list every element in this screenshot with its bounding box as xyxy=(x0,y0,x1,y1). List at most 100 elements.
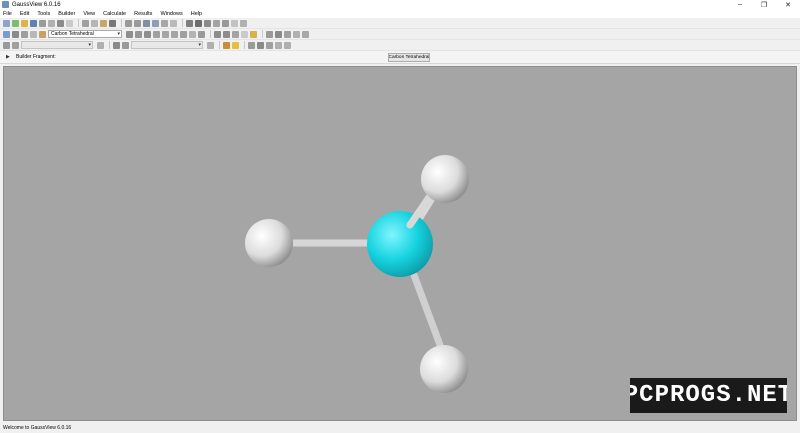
shield-icon[interactable] xyxy=(231,19,238,27)
inquire-measure-icon[interactable] xyxy=(153,30,160,38)
pencil-icon[interactable] xyxy=(213,19,220,27)
molecule-viewport[interactable] xyxy=(3,66,797,421)
delete-atom-icon[interactable] xyxy=(171,30,178,38)
zoom-in-icon[interactable] xyxy=(214,30,221,38)
menu-bar: File Edit Tools Builder View Calculate R… xyxy=(0,9,800,18)
arrow-up-down-icon[interactable] xyxy=(240,19,247,27)
biological-fragment-icon[interactable] xyxy=(30,30,37,38)
orient-icon[interactable] xyxy=(113,41,120,49)
image-icon[interactable] xyxy=(48,19,55,27)
zoom-out-icon[interactable] xyxy=(223,30,230,38)
hydrogen-atom-left[interactable] xyxy=(245,219,293,267)
window-title: GaussView 6.0.16 xyxy=(12,1,61,8)
movie-icon[interactable] xyxy=(57,19,64,27)
save-icon[interactable] xyxy=(30,19,37,27)
builder-toolbar: Carbon Tetrahedral ▾ xyxy=(0,29,800,40)
fragment-combo[interactable]: Carbon Tetrahedral ▾ xyxy=(48,30,122,38)
pcprogs-watermark: PCPROGS.NET xyxy=(630,378,787,413)
cut-icon[interactable] xyxy=(82,19,89,27)
element-fragment-icon[interactable] xyxy=(3,30,10,38)
gaussview-app-icon xyxy=(2,1,9,8)
lightbulb-icon[interactable] xyxy=(232,41,239,49)
custom-fragment-icon[interactable] xyxy=(39,30,46,38)
menu-calculate[interactable]: Calculate xyxy=(103,11,126,17)
add-icon[interactable] xyxy=(12,19,19,27)
apply-right-icon[interactable] xyxy=(207,41,214,49)
rebond-icon[interactable] xyxy=(189,30,196,38)
arrow-right-icon[interactable] xyxy=(284,41,291,49)
add-valence-icon[interactable] xyxy=(162,30,169,38)
point-group-icon[interactable] xyxy=(152,19,159,27)
undo-icon[interactable] xyxy=(125,19,132,27)
close-button[interactable]: ✕ xyxy=(776,0,800,9)
print-icon[interactable] xyxy=(39,19,46,27)
chevron-down-icon: ▾ xyxy=(198,42,201,48)
toolbar-separator xyxy=(210,30,211,38)
menu-help[interactable]: Help xyxy=(191,11,202,17)
fragment-combo-value: Carbon Tetrahedral xyxy=(51,31,94,37)
triangle-right-icon[interactable]: ▶ xyxy=(6,54,12,60)
title-bar: GaussView 6.0.16 – ❐ ✕ xyxy=(0,0,800,9)
menu-builder[interactable]: Builder xyxy=(58,11,75,17)
redo-icon[interactable] xyxy=(134,19,141,27)
menu-tools[interactable]: Tools xyxy=(37,11,50,17)
symmetrize-icon[interactable] xyxy=(143,19,150,27)
menu-file[interactable]: File xyxy=(3,11,12,17)
copy-icon[interactable] xyxy=(91,19,98,27)
box-icon[interactable] xyxy=(266,41,273,49)
builder-fragment-label: Builder Fragment: xyxy=(16,54,56,60)
inquire-icon[interactable] xyxy=(222,19,229,27)
mirror-icon[interactable] xyxy=(170,19,177,27)
hydrogen-atom-bottom[interactable] xyxy=(420,345,468,393)
selection-combo-left[interactable]: ▾ xyxy=(21,41,93,49)
paste-icon[interactable] xyxy=(100,19,107,27)
main-toolbar xyxy=(0,18,800,29)
select-icon[interactable] xyxy=(266,30,273,38)
question-icon[interactable] xyxy=(161,19,168,27)
delete-icon[interactable] xyxy=(109,19,116,27)
ring-fragment-icon[interactable] xyxy=(12,30,19,38)
menu-view[interactable]: View xyxy=(83,11,95,17)
bond-c-h-bottom[interactable] xyxy=(410,271,444,349)
menu-edit[interactable]: Edit xyxy=(20,11,29,17)
palette-icon[interactable] xyxy=(223,41,230,49)
tool-icon[interactable] xyxy=(122,41,129,49)
molecule-canvas[interactable] xyxy=(4,67,797,421)
hydrogen-atom-top[interactable] xyxy=(421,155,469,203)
r-group-icon[interactable] xyxy=(21,30,28,38)
carbon-atom[interactable] xyxy=(367,211,433,277)
minimize-button[interactable]: – xyxy=(728,0,752,9)
menu-results[interactable]: Results xyxy=(134,11,152,17)
atom-list-icon[interactable] xyxy=(3,41,10,49)
open-folder-icon[interactable] xyxy=(21,19,28,27)
bond-icon[interactable] xyxy=(126,30,133,38)
symmetry-icon[interactable] xyxy=(198,30,205,38)
copy-atoms-icon[interactable] xyxy=(284,30,291,38)
maximize-button[interactable]: ❐ xyxy=(752,0,776,9)
toolbar-separator xyxy=(182,19,183,27)
cross-icon[interactable] xyxy=(275,30,282,38)
reset-view-icon[interactable] xyxy=(232,30,239,38)
layer-icon[interactable] xyxy=(293,30,300,38)
grid-icon[interactable] xyxy=(257,41,264,49)
chevron-down-icon: ▾ xyxy=(117,31,120,37)
arrow-left-icon[interactable] xyxy=(275,41,282,49)
selection-combo-right[interactable]: ▾ xyxy=(131,41,203,49)
link-icon[interactable] xyxy=(12,41,19,49)
selected-fragment-display[interactable]: Carbon Tetrahedral xyxy=(388,53,430,62)
edit-layer-icon[interactable] xyxy=(302,30,309,38)
dihedral-icon[interactable] xyxy=(144,30,151,38)
new-window-icon[interactable] xyxy=(3,19,10,27)
view-icon[interactable] xyxy=(186,19,193,27)
chain-icon[interactable] xyxy=(248,41,255,49)
apply-icon[interactable] xyxy=(97,41,104,49)
angle-icon[interactable] xyxy=(135,30,142,38)
small-dot-icon[interactable] xyxy=(241,30,248,38)
star-icon[interactable] xyxy=(250,30,257,38)
display-format-icon[interactable] xyxy=(204,19,211,27)
menu-windows[interactable]: Windows xyxy=(160,11,182,17)
window-layout-icon[interactable] xyxy=(66,19,73,27)
clean-icon[interactable] xyxy=(180,30,187,38)
chevron-down-icon: ▾ xyxy=(88,42,91,48)
camera-icon[interactable] xyxy=(195,19,202,27)
